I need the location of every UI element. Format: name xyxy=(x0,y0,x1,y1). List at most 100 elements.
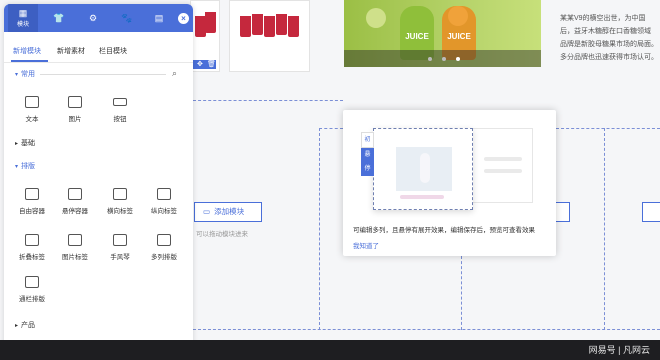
bottom-bar xyxy=(0,340,660,360)
button-icon xyxy=(113,98,127,106)
item-accordion[interactable]: 手风琴 xyxy=(107,234,133,261)
text-line: 品牌是新胶母糖果市场的局面。 xyxy=(560,41,658,48)
hover-badge-column: 初 悬 停 xyxy=(361,132,374,178)
tab-new-material[interactable]: 新增素材 xyxy=(57,46,85,56)
watermark: 网易号 | 凡网云 xyxy=(588,345,650,355)
placeholder-line xyxy=(400,195,444,199)
section-divider xyxy=(40,74,166,75)
item-button[interactable]: 按钮 xyxy=(107,96,133,123)
item-multi-column[interactable]: 多列排版 xyxy=(151,234,177,261)
item-image-tab[interactable]: 图片标签 xyxy=(62,234,88,261)
item-label: 多列排版 xyxy=(151,254,177,261)
item-label: 手风琴 xyxy=(110,254,130,261)
orange-image xyxy=(448,6,468,26)
hover-badge: 初 xyxy=(361,132,374,148)
drag-hint: 可以拖动模块进来 xyxy=(196,231,248,238)
grid-icon: ▦ xyxy=(18,8,28,18)
carousel-dot[interactable] xyxy=(428,57,432,61)
gear-icon: ⚙ xyxy=(88,12,98,23)
document-icon: ▤ xyxy=(154,12,164,23)
column-guide xyxy=(461,256,462,330)
column-guide xyxy=(556,128,660,129)
bottle-label: JUICE xyxy=(447,32,471,41)
preview-card xyxy=(471,128,533,203)
item-label: 通栏排版 xyxy=(19,296,45,303)
fold-icon xyxy=(25,234,39,246)
column-guide xyxy=(604,128,605,330)
section-label: 基础 xyxy=(21,140,36,147)
column-guide xyxy=(193,329,660,330)
carousel-dot[interactable] xyxy=(456,57,460,61)
shirt-icon: 👕 xyxy=(53,12,65,23)
item-label: 图片 xyxy=(68,116,82,123)
columns-icon xyxy=(157,234,171,246)
image-tab-icon xyxy=(68,234,82,246)
text-line: 后，益牙木糖醇在口香糖领域 xyxy=(560,28,651,35)
module-panel: ▦ 模块 👕 ⚙ 🐾 ▤ × 新增模块 新增素材 栏目模块 ▾ 常用 ⌕ 文本 图… xyxy=(4,4,193,360)
item-fold-tab[interactable]: 折叠标签 xyxy=(19,234,45,261)
hover-badge: 悬 xyxy=(361,148,374,162)
section-common[interactable]: ▾ 常用 xyxy=(15,69,35,79)
section-label: 产品 xyxy=(21,322,36,329)
item-label: 自由容器 xyxy=(19,208,45,215)
item-label: 按钮 xyxy=(113,116,127,123)
close-button[interactable]: × xyxy=(178,13,189,24)
folder-tab-icon xyxy=(113,188,127,200)
item-free-container[interactable]: 自由容器 xyxy=(19,188,45,215)
acknowledge-link[interactable]: 我知道了 xyxy=(353,240,379,250)
item-full-width[interactable]: 通栏排版 xyxy=(19,276,45,303)
container-icon xyxy=(25,188,39,200)
item-vertical-tab[interactable]: 纵向标签 xyxy=(151,188,177,215)
bottle-label: JUICE xyxy=(405,32,429,41)
delete-icon[interactable]: 🗑 xyxy=(207,60,216,68)
item-label: 折叠标签 xyxy=(19,254,45,261)
caret-down-icon: ▾ xyxy=(15,72,19,78)
section-layout[interactable]: ▾ 排版 xyxy=(15,161,35,171)
flower-image xyxy=(396,147,452,191)
item-label: 图片标签 xyxy=(62,254,88,261)
item-image[interactable]: 图片 xyxy=(62,96,88,123)
carousel-dot[interactable] xyxy=(442,57,446,61)
caret-down-icon: ▾ xyxy=(15,164,19,170)
popup-description: 可编辑多列，且悬停有展开效果，编辑保存后，预览可查看效果 xyxy=(353,227,535,234)
move-icon[interactable]: ✥ xyxy=(197,60,203,68)
tab-column-module[interactable]: 栏目模块 xyxy=(99,46,127,56)
item-label: 纵向标签 xyxy=(151,208,177,215)
item-label: 横向标签 xyxy=(107,208,133,215)
tool-style[interactable]: 👕 xyxy=(44,4,74,32)
section-basic[interactable]: ▸ 基础 xyxy=(15,138,35,148)
tab-new-module[interactable]: 新增模块 xyxy=(13,46,41,56)
caret-right-icon: ▸ xyxy=(15,323,19,329)
item-label: 文本 xyxy=(25,116,39,123)
tool-pages[interactable]: ▤ xyxy=(144,4,174,32)
column-guide xyxy=(193,100,343,101)
search-icon[interactable]: ⌕ xyxy=(172,68,177,79)
tool-modules[interactable]: ▦ 模块 xyxy=(8,4,38,32)
image-icon xyxy=(68,96,82,108)
accordion-icon xyxy=(113,234,127,246)
add-module-button[interactable]: ▭ 添加模块 xyxy=(194,202,262,222)
article-text: 某某V9的横空出世，为中国 后，益牙木糖醇在口香糖领域 品牌是新胶母糖果市场的局… xyxy=(560,12,660,64)
section-label: 排版 xyxy=(21,163,36,170)
product-thumb-2[interactable] xyxy=(229,0,310,72)
item-text[interactable]: 文本 xyxy=(19,96,45,123)
section-label: 常用 xyxy=(21,71,36,78)
column-guide xyxy=(319,128,343,129)
item-hover-container[interactable]: 悬停容器 xyxy=(62,188,88,215)
tool-label: 模块 xyxy=(16,22,29,28)
item-label: 悬停容器 xyxy=(62,208,88,215)
folder-icon: ▭ xyxy=(203,207,211,216)
tool-pets[interactable]: 🐾 xyxy=(112,4,142,32)
add-module-button-partial[interactable] xyxy=(642,202,660,222)
apple-image xyxy=(366,8,386,28)
tool-settings[interactable]: ⚙ xyxy=(78,4,108,32)
item-horizontal-tab[interactable]: 横向标签 xyxy=(107,188,133,215)
tab-underline xyxy=(11,60,48,62)
add-module-label: 添加模块 xyxy=(214,207,245,216)
section-product[interactable]: ▸ 产品 xyxy=(15,320,35,330)
preview-hover-card xyxy=(373,128,473,210)
caret-right-icon: ▸ xyxy=(15,141,19,147)
vertical-tab-icon xyxy=(157,188,171,200)
column-guide xyxy=(319,128,320,330)
text-line: 多分品牌也迅速获得市场认可。 xyxy=(560,54,658,61)
